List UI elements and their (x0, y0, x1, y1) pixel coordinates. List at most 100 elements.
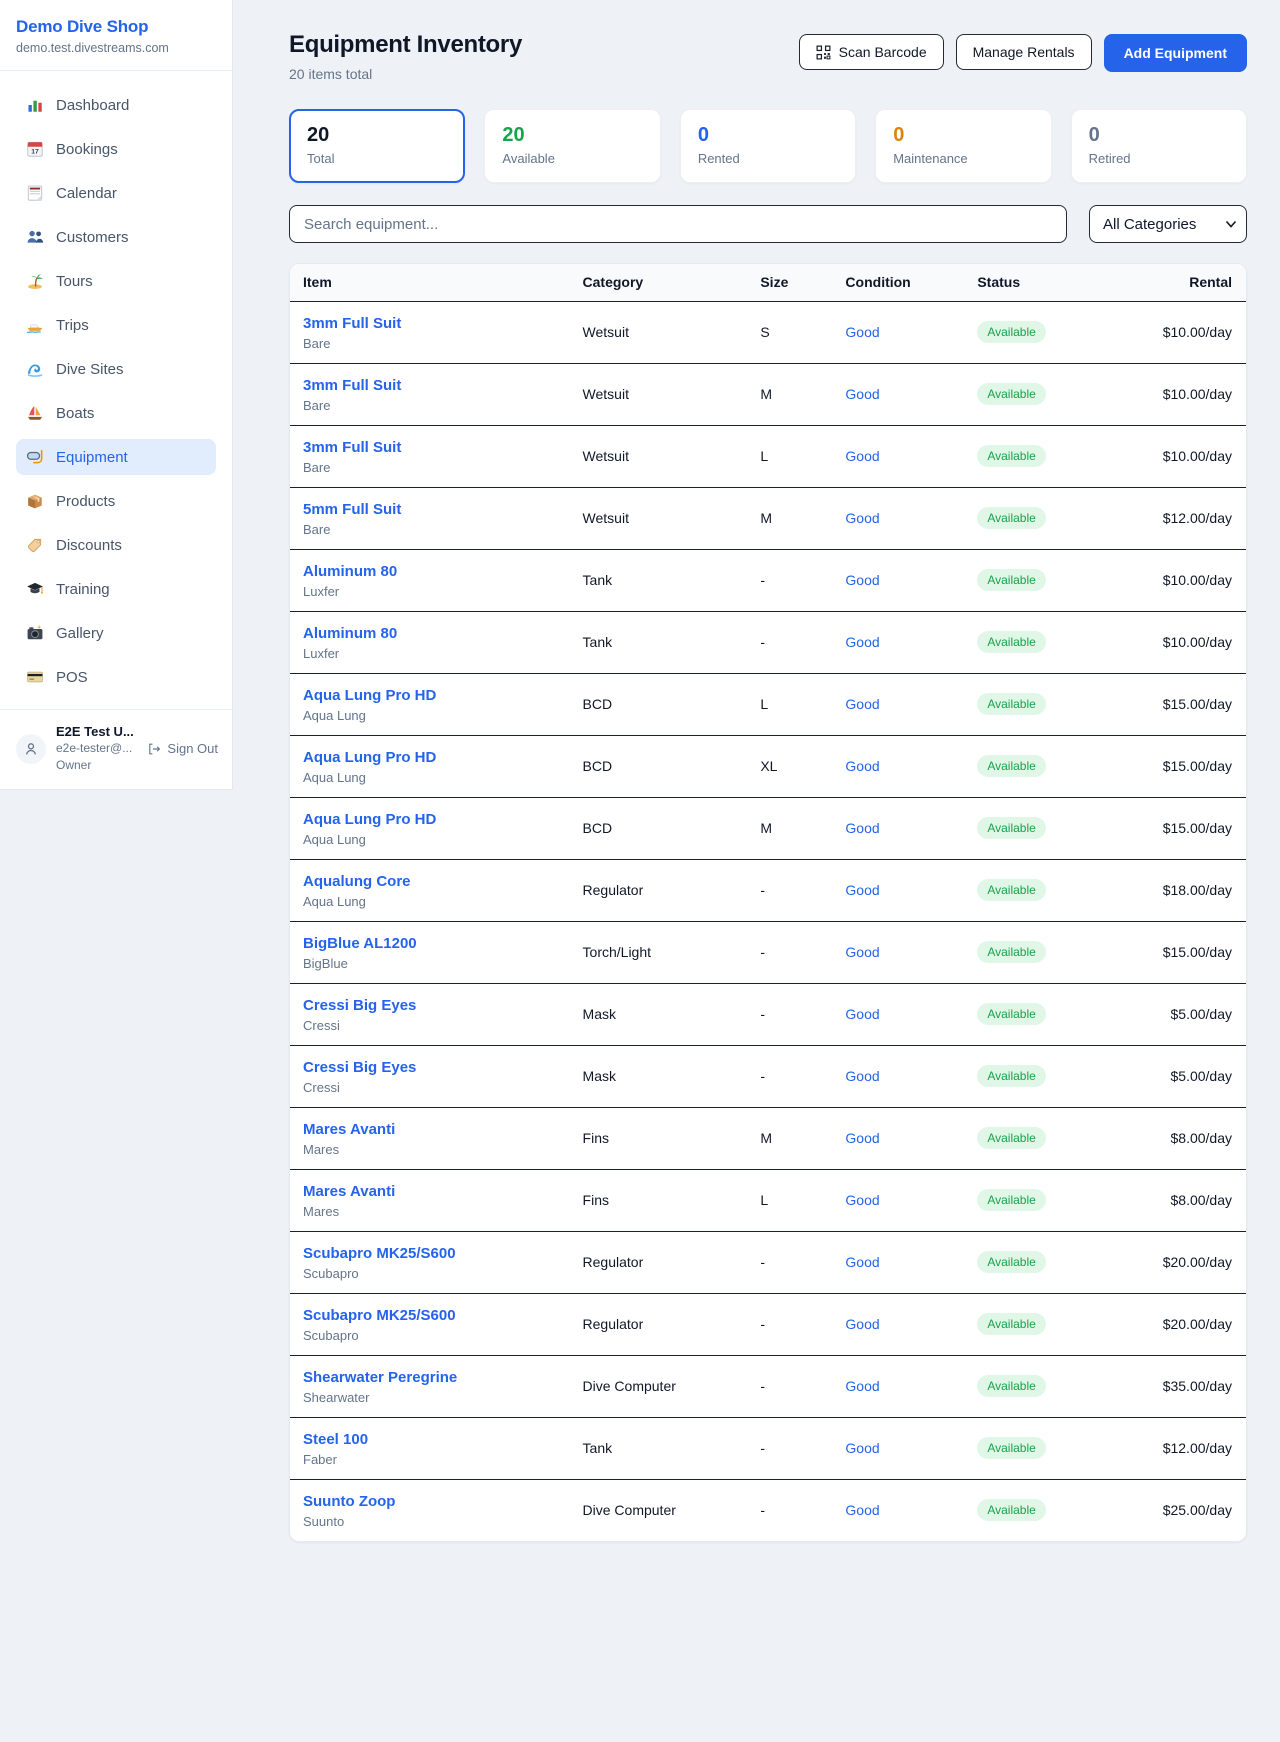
sidebar-item-discounts[interactable]: Discounts (16, 527, 216, 563)
condition-link[interactable]: Good (845, 324, 879, 340)
item-name-link[interactable]: Cressi Big Eyes (303, 1058, 416, 1077)
cell-category: BCD (583, 735, 761, 797)
item-name-link[interactable]: Mares Avanti (303, 1182, 395, 1201)
sidebar-item-customers[interactable]: Customers (16, 219, 216, 255)
sidebar-item-label: Products (56, 493, 115, 510)
condition-link[interactable]: Good (845, 1502, 879, 1518)
status-badge: Available (977, 507, 1045, 529)
sidebar-item-label: Tours (56, 273, 93, 290)
cell-item: Aqua Lung Pro HDAqua Lung (290, 673, 583, 735)
cell-condition: Good (845, 549, 977, 611)
cell-category: Mask (583, 983, 761, 1045)
item-name-link[interactable]: Scubapro MK25/S600 (303, 1244, 456, 1263)
condition-link[interactable]: Good (845, 448, 879, 464)
notepad-icon (26, 184, 44, 202)
status-badge: Available (977, 1437, 1045, 1459)
stat-label: Rented (698, 151, 838, 166)
item-name-link[interactable]: Aqua Lung Pro HD (303, 810, 436, 829)
sidebar-item-boats[interactable]: Boats (16, 395, 216, 431)
sidebar-item-products[interactable]: Products (16, 483, 216, 519)
condition-link[interactable]: Good (845, 386, 879, 402)
item-brand: Faber (303, 1452, 583, 1467)
condition-link[interactable]: Good (845, 696, 879, 712)
sidebar-item-calendar[interactable]: Calendar (16, 175, 216, 211)
sign-out-label: Sign Out (167, 741, 218, 756)
table-row: Cressi Big EyesCressiMask-GoodAvailable$… (290, 1045, 1246, 1107)
cell-condition: Good (845, 425, 977, 487)
cell-category: Wetsuit (583, 487, 761, 549)
item-name-link[interactable]: Aluminum 80 (303, 624, 397, 643)
condition-link[interactable]: Good (845, 1378, 879, 1394)
item-name-link[interactable]: Cressi Big Eyes (303, 996, 416, 1015)
item-brand: Suunto (303, 1514, 583, 1529)
category-select[interactable]: All Categories (1089, 205, 1247, 243)
equipment-table-card: Item Category Size Condition Status Rent… (289, 263, 1247, 1542)
condition-link[interactable]: Good (845, 1254, 879, 1270)
manage-rentals-button[interactable]: Manage Rentals (956, 34, 1092, 70)
sidebar-item-label: POS (56, 669, 88, 686)
cell-item: Cressi Big Eyes Cressi (290, 1045, 583, 1107)
stat-card-total[interactable]: 20Total (289, 109, 465, 183)
cell-condition: Good (845, 363, 977, 425)
status-badge: Available (977, 631, 1045, 653)
sidebar-item-dive-sites[interactable]: Dive Sites (16, 351, 216, 387)
condition-link[interactable]: Good (845, 1316, 879, 1332)
item-name-link[interactable]: Aluminum 80 (303, 562, 397, 581)
sidebar-item-label: Discounts (56, 537, 122, 554)
stat-card-retired[interactable]: 0Retired (1071, 109, 1247, 183)
condition-link[interactable]: Good (845, 882, 879, 898)
cell-size: L (760, 673, 845, 735)
condition-link[interactable]: Good (845, 820, 879, 836)
cell-category: Wetsuit (583, 363, 761, 425)
condition-link[interactable]: Good (845, 1440, 879, 1456)
cell-status: Available (977, 1169, 1127, 1231)
item-name-link[interactable]: Aqua Lung Pro HD (303, 686, 436, 705)
brand-title: Demo Dive Shop (16, 17, 216, 37)
stat-card-available[interactable]: 20Available (484, 109, 660, 183)
item-name-link[interactable]: 3mm Full Suit (303, 314, 401, 333)
sidebar-item-pos[interactable]: POS (16, 659, 216, 695)
item-name-link[interactable]: Steel 100 (303, 1430, 368, 1449)
scan-barcode-button[interactable]: Scan Barcode (799, 34, 944, 70)
sign-out-button[interactable]: Sign Out (147, 741, 218, 756)
condition-link[interactable]: Good (845, 572, 879, 588)
cell-size: XL (760, 735, 845, 797)
status-badge: Available (977, 383, 1045, 405)
item-name-link[interactable]: Suunto Zoop (303, 1492, 395, 1511)
item-brand: Cressi (303, 1080, 583, 1095)
stat-card-rented[interactable]: 0Rented (680, 109, 856, 183)
condition-link[interactable]: Good (845, 1068, 879, 1084)
grad-cap-icon (26, 580, 44, 598)
item-name-link[interactable]: 5mm Full Suit (303, 500, 401, 519)
item-name-link[interactable]: Shearwater Peregrine (303, 1368, 457, 1387)
sidebar-item-dashboard[interactable]: Dashboard (16, 87, 216, 123)
item-name-link[interactable]: 3mm Full Suit (303, 438, 401, 457)
condition-link[interactable]: Good (845, 1006, 879, 1022)
condition-link[interactable]: Good (845, 1130, 879, 1146)
sidebar-item-tours[interactable]: Tours (16, 263, 216, 299)
sidebar-item-trips[interactable]: Trips (16, 307, 216, 343)
item-name-link[interactable]: Mares Avanti (303, 1120, 395, 1139)
stat-value: 0 (893, 123, 1033, 147)
add-equipment-button[interactable]: Add Equipment (1104, 34, 1247, 72)
cell-item: Aqua Lung Pro HDAqua Lung (290, 797, 583, 859)
condition-link[interactable]: Good (845, 758, 879, 774)
search-input[interactable] (289, 205, 1067, 243)
cell-rental: $15.00/day (1127, 735, 1246, 797)
item-name-link[interactable]: BigBlue AL1200 (303, 934, 417, 953)
sidebar-item-equipment[interactable]: Equipment (16, 439, 216, 475)
condition-link[interactable]: Good (845, 944, 879, 960)
sidebar-item-label: Dashboard (56, 97, 129, 114)
sidebar-item-bookings[interactable]: 17Bookings (16, 131, 216, 167)
sidebar-item-gallery[interactable]: Gallery (16, 615, 216, 651)
sidebar-item-training[interactable]: Training (16, 571, 216, 607)
item-name-link[interactable]: 3mm Full Suit (303, 376, 401, 395)
condition-link[interactable]: Good (845, 510, 879, 526)
item-name-link[interactable]: Aqualung Core (303, 872, 411, 891)
item-name-link[interactable]: Scubapro MK25/S600 (303, 1306, 456, 1325)
condition-link[interactable]: Good (845, 1192, 879, 1208)
stat-card-maintenance[interactable]: 0Maintenance (875, 109, 1051, 183)
cell-category: Regulator (583, 1231, 761, 1293)
item-name-link[interactable]: Aqua Lung Pro HD (303, 748, 436, 767)
condition-link[interactable]: Good (845, 634, 879, 650)
